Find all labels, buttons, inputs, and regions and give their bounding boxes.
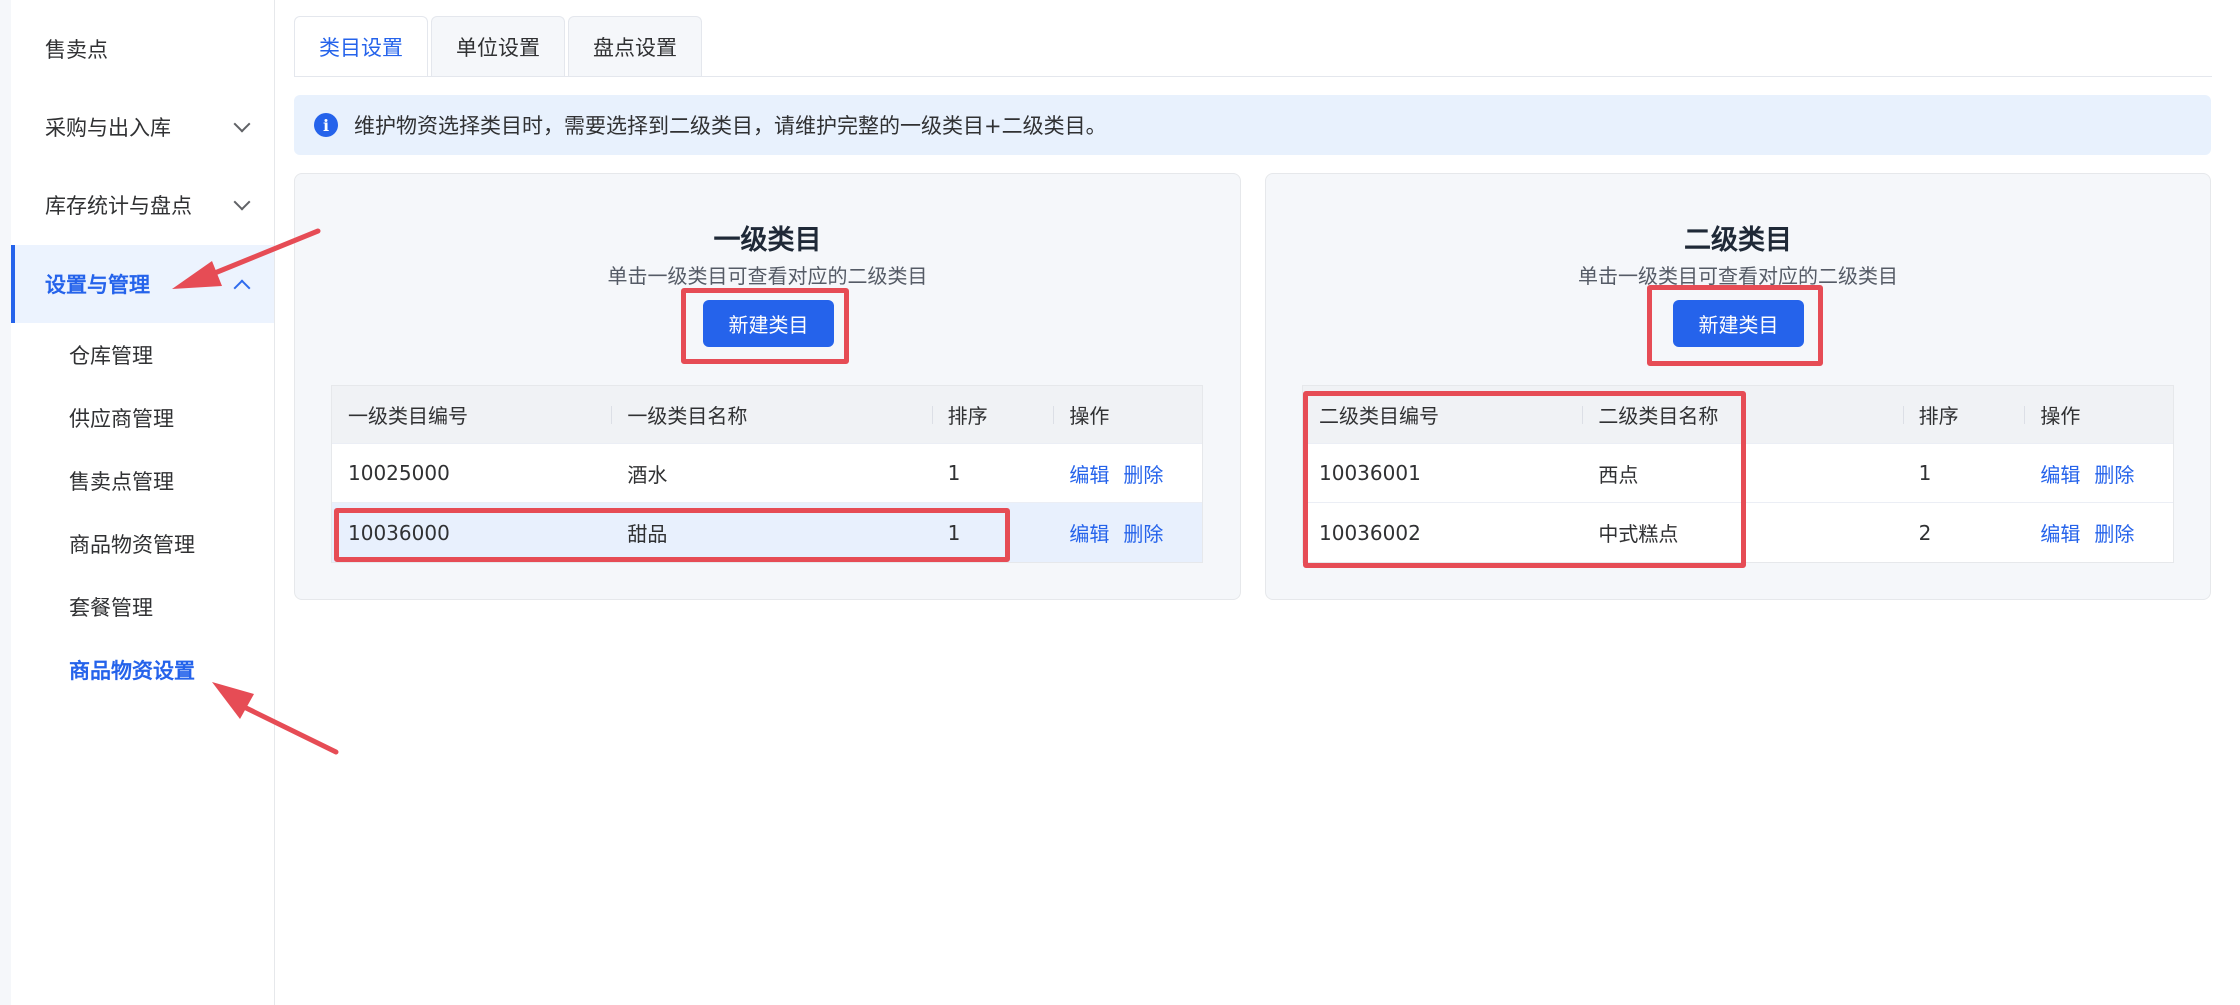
sidebar-subitem-label: 套餐管理 — [69, 596, 153, 620]
category-order: 1 — [947, 520, 961, 545]
edit-link[interactable]: 编辑 — [2040, 518, 2080, 547]
delete-link[interactable]: 删除 — [1123, 459, 1163, 488]
column-header: 二级类目编号 — [1319, 404, 1439, 428]
tab-unit[interactable]: 单位设置 — [431, 16, 565, 76]
tab-category[interactable]: 类目设置 — [294, 16, 428, 76]
sidebar-item-label: 售卖点 — [45, 38, 108, 62]
level1-panel: 一级类目 单击一级类目可查看对应的二级类目 新建类目 一级类目编号 一级类目名称… — [294, 173, 1241, 600]
column-header: 操作 — [2024, 386, 2173, 443]
category-order: 2 — [1918, 520, 1932, 545]
sidebar-subitem-label: 供应商管理 — [69, 407, 174, 431]
chevron-up-icon — [233, 279, 251, 297]
info-alert: i 维护物资选择类目时，需要选择到二级类目，请维护完整的一级类目+二级类目。 — [294, 95, 2211, 155]
row-actions: 编辑 删除 — [2024, 444, 2173, 502]
level1-subtitle: 单击一级类目可查看对应的二级类目 — [607, 264, 928, 288]
level2-table: 二级类目编号 二级类目名称 排序 操作 10036001 西点 1 编辑 删除 … — [1302, 385, 2174, 563]
sidebar-item-sales-point[interactable]: 售卖点 — [11, 19, 274, 79]
table-header: 一级类目编号 一级类目名称 排序 操作 — [332, 386, 1202, 444]
info-icon: i — [314, 113, 338, 137]
sidebar-subitem-warehouse[interactable]: 仓库管理 — [11, 333, 274, 377]
category-code: 10036002 — [1319, 520, 1421, 545]
level1-new-category-button[interactable]: 新建类目 — [703, 300, 834, 347]
row-actions: 编辑 删除 — [1053, 503, 1202, 562]
table-row[interactable]: 10036000 甜品 1 编辑 删除 — [332, 503, 1202, 562]
sidebar-subitem-sales-point-manage[interactable]: 售卖点管理 — [11, 459, 274, 503]
category-name: 中式糕点 — [1598, 522, 1679, 546]
category-code: 10025000 — [348, 461, 450, 485]
edit-link[interactable]: 编辑 — [1069, 518, 1109, 547]
sidebar-subitem-label: 售卖点管理 — [69, 470, 174, 494]
column-header: 一级类目名称 — [611, 386, 931, 443]
level2-title: 二级类目 — [1684, 225, 1792, 256]
edit-link[interactable]: 编辑 — [2040, 459, 2080, 488]
sidebar-item-purchase[interactable]: 采购与出入库 — [11, 97, 274, 157]
sidebar-subitem-label: 商品物资设置 — [69, 659, 195, 683]
sidebar: 售卖点 采购与出入库 库存统计与盘点 设置与管理 仓库管理 供应商管理 售卖点管… — [0, 0, 275, 1005]
column-header: 排序 — [1902, 386, 2025, 443]
category-name: 西点 — [1598, 462, 1639, 487]
column-header: 操作 — [1053, 386, 1202, 443]
table-row[interactable]: 10025000 酒水 1 编辑 删除 — [332, 444, 1202, 503]
level2-subtitle: 单击一级类目可查看对应的二级类目 — [1578, 264, 1898, 288]
table-row[interactable]: 10036001 西点 1 编辑 删除 — [1303, 444, 2173, 503]
sidebar-subitem-label: 商品物资管理 — [69, 533, 195, 557]
chevron-down-icon — [233, 115, 251, 133]
chevron-down-icon — [233, 193, 251, 211]
level2-panel: 二级类目 单击一级类目可查看对应的二级类目 新建类目 二级类目编号 二级类目名称… — [1265, 173, 2211, 600]
row-actions: 编辑 删除 — [2024, 503, 2173, 562]
sidebar-subitem-goods-manage[interactable]: 商品物资管理 — [11, 522, 274, 566]
alert-text: 维护物资选择类目时，需要选择到二级类目，请维护完整的一级类目+二级类目。 — [354, 114, 1107, 138]
delete-link[interactable]: 删除 — [2094, 459, 2134, 488]
category-code: 10036001 — [1319, 461, 1421, 485]
sidebar-subitem-supplier[interactable]: 供应商管理 — [11, 396, 274, 440]
category-order: 1 — [1918, 461, 1932, 485]
edit-link[interactable]: 编辑 — [1069, 459, 1109, 488]
column-header: 二级类目名称 — [1582, 386, 1902, 443]
sidebar-subitem-package[interactable]: 套餐管理 — [11, 585, 274, 629]
table-row[interactable]: 10036002 中式糕点 2 编辑 删除 — [1303, 503, 2173, 562]
sidebar-subitem-label: 仓库管理 — [69, 344, 153, 368]
level1-title: 一级类目 — [713, 225, 822, 256]
table-header: 二级类目编号 二级类目名称 排序 操作 — [1303, 386, 2173, 444]
sidebar-item-settings[interactable]: 设置与管理 — [11, 245, 274, 323]
row-actions: 编辑 删除 — [1053, 444, 1202, 502]
sidebar-item-inventory[interactable]: 库存统计与盘点 — [11, 175, 274, 235]
sidebar-item-label: 设置与管理 — [45, 273, 150, 297]
sidebar-item-label: 采购与出入库 — [45, 116, 171, 140]
delete-link[interactable]: 删除 — [1123, 518, 1163, 547]
column-header: 排序 — [931, 386, 1054, 443]
delete-link[interactable]: 删除 — [2094, 518, 2134, 547]
tab-stocktaking[interactable]: 盘点设置 — [568, 16, 702, 76]
category-name: 甜品 — [627, 522, 668, 546]
column-header: 一级类目编号 — [348, 404, 468, 428]
category-order: 1 — [947, 461, 961, 485]
level2-new-category-button[interactable]: 新建类目 — [1673, 300, 1804, 347]
category-name: 酒水 — [627, 462, 668, 487]
tab-bar: 类目设置 单位设置 盘点设置 — [294, 16, 705, 76]
sidebar-item-label: 库存统计与盘点 — [45, 194, 192, 218]
category-code: 10036000 — [348, 520, 450, 545]
sidebar-subitem-goods-settings[interactable]: 商品物资设置 — [11, 648, 274, 692]
level1-table: 一级类目编号 一级类目名称 排序 操作 10025000 酒水 1 编辑 删除 … — [331, 385, 1203, 563]
tab-divider — [294, 76, 2212, 77]
